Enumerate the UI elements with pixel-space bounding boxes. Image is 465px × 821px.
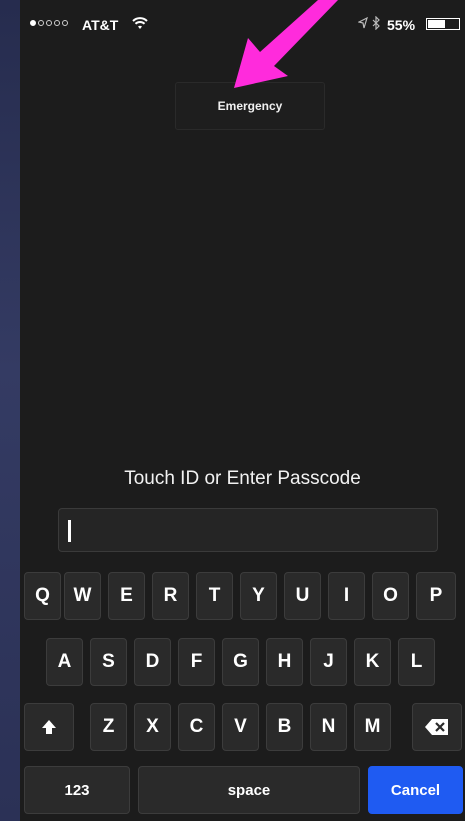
key-c[interactable]: C xyxy=(178,703,215,751)
key-k[interactable]: K xyxy=(354,638,391,686)
delete-icon xyxy=(425,719,448,735)
key-m[interactable]: M xyxy=(354,703,391,751)
wifi-icon xyxy=(132,17,148,29)
key-r[interactable]: R xyxy=(152,572,189,620)
carrier-name: AT&T xyxy=(82,17,119,33)
key-w[interactable]: W xyxy=(64,572,101,620)
key-y[interactable]: Y xyxy=(240,572,277,620)
key-l[interactable]: L xyxy=(398,638,435,686)
key-e[interactable]: E xyxy=(108,572,145,620)
text-cursor xyxy=(68,520,71,542)
key-q[interactable]: Q xyxy=(24,572,61,620)
delete-key[interactable] xyxy=(412,703,462,751)
signal-dot xyxy=(30,20,36,26)
key-d[interactable]: D xyxy=(134,638,171,686)
shift-icon xyxy=(42,720,56,734)
key-f[interactable]: F xyxy=(178,638,215,686)
key-x[interactable]: X xyxy=(134,703,171,751)
key-v[interactable]: V xyxy=(222,703,259,751)
battery-icon xyxy=(426,18,465,30)
key-z[interactable]: Z xyxy=(90,703,127,751)
pointer-arrow-icon xyxy=(234,0,338,88)
key-h[interactable]: H xyxy=(266,638,303,686)
key-o[interactable]: O xyxy=(372,572,409,620)
key-p[interactable]: P xyxy=(416,572,456,620)
key-u[interactable]: U xyxy=(284,572,321,620)
phone-screen: AT&T 55% Emergency Touch ID or Enter Pas… xyxy=(20,0,465,821)
battery-percentage: 55% xyxy=(387,17,416,33)
lock-screen-page: AT&T 55% Emergency Touch ID or Enter Pas… xyxy=(0,0,465,821)
signal-strength-icon xyxy=(30,20,68,26)
signal-dot xyxy=(38,20,44,26)
cancel-button[interactable]: Cancel xyxy=(368,766,463,814)
battery-level-fill xyxy=(428,20,445,28)
key-j[interactable]: J xyxy=(310,638,347,686)
key-g[interactable]: G xyxy=(222,638,259,686)
key-b[interactable]: B xyxy=(266,703,303,751)
space-key[interactable]: space xyxy=(138,766,360,814)
signal-dot xyxy=(46,20,52,26)
key-s[interactable]: S xyxy=(90,638,127,686)
numbers-key[interactable]: 123 xyxy=(24,766,130,814)
key-n[interactable]: N xyxy=(310,703,347,751)
bluetooth-icon xyxy=(372,16,380,30)
passcode-prompt: Touch ID or Enter Passcode xyxy=(124,468,361,489)
key-t[interactable]: T xyxy=(196,572,233,620)
key-i[interactable]: I xyxy=(328,572,365,620)
signal-dot xyxy=(54,20,60,26)
location-icon xyxy=(358,17,368,29)
signal-dot xyxy=(62,20,68,26)
key-a[interactable]: A xyxy=(46,638,83,686)
shift-key[interactable] xyxy=(24,703,74,751)
passcode-input[interactable] xyxy=(58,508,438,552)
